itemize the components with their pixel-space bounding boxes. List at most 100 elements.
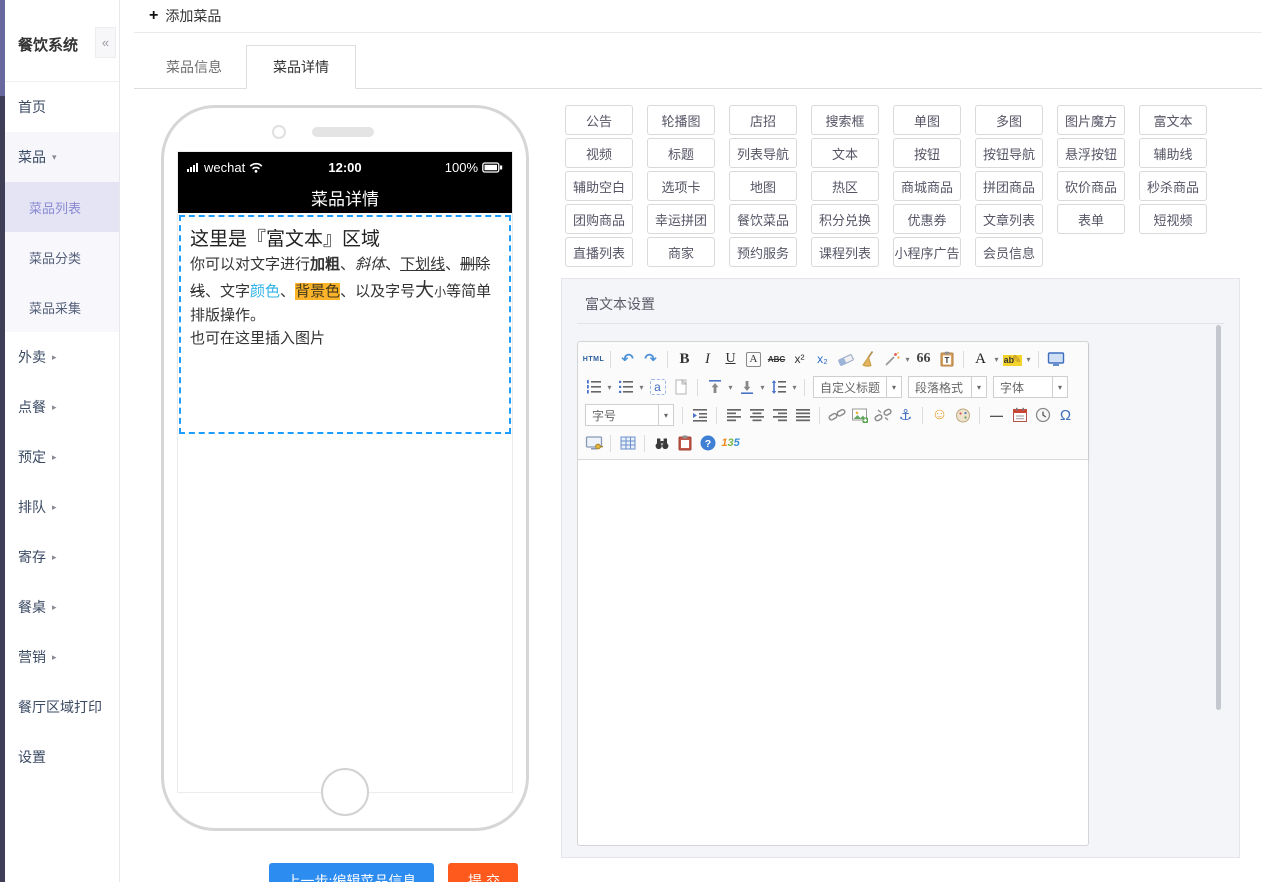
font-color-caret-icon[interactable]: ▾ (992, 355, 1001, 364)
panel-scrollbar-thumb[interactable] (1216, 325, 1221, 710)
component-button-文本[interactable]: 文本 (811, 138, 879, 168)
auto-format-icon[interactable] (881, 349, 902, 370)
horizontal-rule-icon[interactable]: — (986, 405, 1007, 426)
undo-icon[interactable]: ↶ (617, 349, 638, 370)
italic-icon[interactable]: I (697, 349, 718, 370)
component-button-热区[interactable]: 热区 (811, 171, 879, 201)
sidebar-item-首页[interactable]: 首页 (5, 82, 119, 132)
font-family-select[interactable]: 字体 ▾ (993, 376, 1069, 398)
anchor-icon[interactable]: ⚓ (895, 405, 916, 426)
component-button-多图[interactable]: 多图 (975, 105, 1043, 135)
unlink-icon[interactable] (872, 405, 893, 426)
paste-text-icon[interactable]: T (936, 349, 957, 370)
sidebar-scroll-thumb[interactable] (0, 0, 5, 96)
ordered-list-icon[interactable] (583, 377, 604, 398)
component-button-幸运拼团[interactable]: 幸运拼团 (647, 204, 715, 234)
component-button-店招[interactable]: 店招 (729, 105, 797, 135)
component-button-小程序广告[interactable]: 小程序广告 (893, 237, 961, 267)
tab-dish-info[interactable]: 菜品信息 (142, 46, 246, 88)
strikethrough-icon[interactable]: ABC (766, 349, 787, 370)
spacing-after-caret-icon[interactable]: ▾ (758, 383, 767, 392)
align-left-icon[interactable] (723, 405, 744, 426)
component-button-按钮[interactable]: 按钮 (893, 138, 961, 168)
sidebar-item-菜品采集[interactable]: 菜品采集 (5, 282, 119, 332)
fullscreen-icon[interactable] (1045, 349, 1066, 370)
component-button-轮播图[interactable]: 轮播图 (647, 105, 715, 135)
editor-content[interactable] (578, 460, 1088, 845)
help-icon[interactable]: ? (697, 433, 718, 454)
unordered-list-icon[interactable] (615, 377, 636, 398)
insert-table-icon[interactable] (617, 433, 638, 454)
scrawl-icon[interactable] (952, 405, 973, 426)
component-button-直播列表[interactable]: 直播列表 (565, 237, 633, 267)
component-button-辅助空白[interactable]: 辅助空白 (565, 171, 633, 201)
auto-typeset-icon[interactable]: a (649, 379, 666, 395)
component-button-会员信息[interactable]: 会员信息 (975, 237, 1043, 267)
component-button-预约服务[interactable]: 预约服务 (729, 237, 797, 267)
spacing-before-caret-icon[interactable]: ▾ (726, 383, 735, 392)
auto-format-caret-icon[interactable]: ▾ (903, 355, 912, 364)
webapp-icon[interactable] (583, 433, 604, 454)
sidebar-item-餐桌[interactable]: 餐桌 ▸ (5, 582, 119, 632)
sidebar-item-餐厅区域打印[interactable]: 餐厅区域打印 (5, 682, 119, 732)
redo-icon[interactable]: ↷ (640, 349, 661, 370)
component-button-图片魔方[interactable]: 图片魔方 (1057, 105, 1125, 135)
source-code-icon[interactable]: HTML (583, 349, 604, 370)
paragraph-format-select[interactable]: 段落格式 ▾ (908, 376, 988, 398)
paragraph-spacing-after-icon[interactable] (736, 377, 757, 398)
sidebar-item-菜品分类[interactable]: 菜品分类 (5, 232, 119, 282)
component-button-搜索框[interactable]: 搜索框 (811, 105, 879, 135)
richtext-component-selected[interactable]: 这里是『富文本』区域 你可以对文字进行加粗、斜体、下划线、删除线、文字颜色、背景… (179, 215, 511, 434)
sidebar-item-菜品列表[interactable]: 菜品列表 (5, 182, 119, 232)
component-button-积分兑换[interactable]: 积分兑换 (811, 204, 879, 234)
ordered-list-caret-icon[interactable]: ▾ (605, 383, 614, 392)
line-height-caret-icon[interactable]: ▾ (790, 383, 799, 392)
superscript-icon[interactable]: x² (789, 349, 810, 370)
highlight-color-icon[interactable]: ab✎ (1002, 352, 1023, 366)
component-button-餐饮菜品[interactable]: 餐饮菜品 (729, 204, 797, 234)
sidebar-item-菜品[interactable]: 菜品 ▾ (5, 132, 119, 182)
link-icon[interactable] (826, 405, 847, 426)
component-button-秒杀商品[interactable]: 秒杀商品 (1139, 171, 1207, 201)
sidebar-collapse-button[interactable]: « (95, 27, 116, 58)
unordered-list-caret-icon[interactable]: ▾ (637, 383, 646, 392)
add-dish-header[interactable]: + 添加菜品 (134, 0, 1262, 33)
insert-time-icon[interactable] (1032, 405, 1053, 426)
sidebar-item-设置[interactable]: 设置 (5, 732, 119, 782)
clear-format-icon[interactable] (858, 349, 879, 370)
line-height-icon[interactable] (768, 377, 789, 398)
component-button-富文本[interactable]: 富文本 (1139, 105, 1207, 135)
component-button-列表导航[interactable]: 列表导航 (729, 138, 797, 168)
insert-image-icon[interactable] (849, 405, 870, 426)
sidebar-item-营销[interactable]: 营销 ▸ (5, 632, 119, 682)
font-size-select[interactable]: 字号 ▾ (585, 404, 674, 426)
emoji-icon[interactable]: ☺ (929, 405, 950, 426)
prev-step-button[interactable]: 上一步:编辑菜品信息 (269, 863, 434, 882)
sidebar-item-点餐[interactable]: 点餐 ▸ (5, 382, 119, 432)
component-button-按钮导航[interactable]: 按钮导航 (975, 138, 1043, 168)
align-justify-icon[interactable] (792, 405, 813, 426)
tab-dish-detail[interactable]: 菜品详情 (246, 45, 356, 89)
sidebar-item-寄存[interactable]: 寄存 ▸ (5, 532, 119, 582)
sidebar-item-预定[interactable]: 预定 ▸ (5, 432, 119, 482)
highlight-color-caret-icon[interactable]: ▾ (1024, 355, 1033, 364)
font-color-icon[interactable]: A (970, 349, 991, 370)
component-button-地图[interactable]: 地图 (729, 171, 797, 201)
insert-date-icon[interactable] (1009, 405, 1030, 426)
component-button-拼团商品[interactable]: 拼团商品 (975, 171, 1043, 201)
align-right-icon[interactable] (769, 405, 790, 426)
special-char-icon[interactable]: Ω (1055, 405, 1076, 426)
sidebar-item-排队[interactable]: 排队 ▸ (5, 482, 119, 532)
bold-icon[interactable]: B (674, 349, 695, 370)
component-button-悬浮按钮[interactable]: 悬浮按钮 (1057, 138, 1125, 168)
component-button-商城商品[interactable]: 商城商品 (893, 171, 961, 201)
component-button-课程列表[interactable]: 课程列表 (811, 237, 879, 267)
submit-button[interactable]: 提交 (448, 863, 518, 882)
component-button-砍价商品[interactable]: 砍价商品 (1057, 171, 1125, 201)
editor-135-icon[interactable]: 135 (720, 433, 741, 454)
paragraph-spacing-before-icon[interactable] (704, 377, 725, 398)
print-icon[interactable] (674, 433, 695, 454)
find-replace-icon[interactable] (651, 433, 672, 454)
component-button-选项卡[interactable]: 选项卡 (647, 171, 715, 201)
component-button-优惠券[interactable]: 优惠券 (893, 204, 961, 234)
